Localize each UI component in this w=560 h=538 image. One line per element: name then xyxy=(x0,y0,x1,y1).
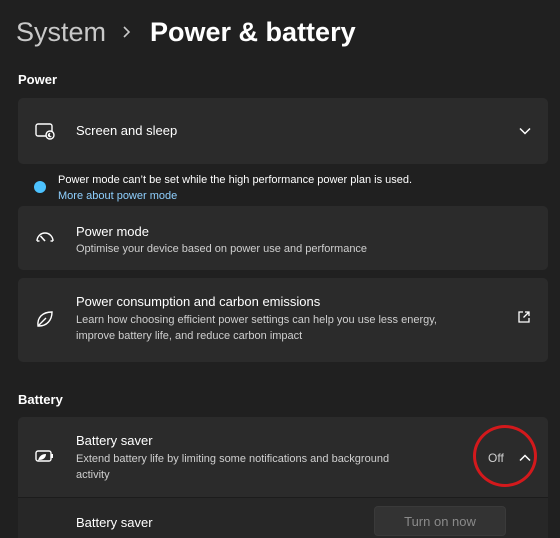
chevron-down-icon[interactable] xyxy=(518,124,532,138)
power-consumption-card[interactable]: Power consumption and carbon emissions L… xyxy=(18,278,548,362)
chevron-right-icon xyxy=(122,25,136,39)
open-external-icon[interactable] xyxy=(517,310,531,324)
power-mode-description: Optimise your device based on power use … xyxy=(76,243,368,255)
battery-saver-description-2: activity xyxy=(76,469,110,481)
battery-saver-title: Battery saver xyxy=(76,433,153,448)
battery-saver-description-1: Extend battery life by limiting some not… xyxy=(76,453,390,465)
screen-and-sleep-card[interactable]: Screen and sleep xyxy=(18,98,548,164)
gauge-icon xyxy=(34,227,56,249)
battery-saver-icon xyxy=(34,445,56,467)
leaf-icon xyxy=(34,308,56,330)
highlight-circle-annotation xyxy=(473,425,537,487)
power-consumption-description-2: improve battery life, and reduce carbon … xyxy=(76,330,303,342)
power-consumption-title: Power consumption and carbon emissions xyxy=(76,294,321,309)
power-mode-title: Power mode xyxy=(76,224,149,239)
battery-saver-card[interactable]: Battery saver Extend battery life by lim… xyxy=(18,417,548,497)
power-consumption-description-1: Learn how choosing efficient power setti… xyxy=(76,314,437,326)
screen-sleep-icon xyxy=(34,120,56,142)
breadcrumb: System Power & battery xyxy=(16,14,356,50)
power-mode-card[interactable]: Power mode Optimise your device based on… xyxy=(18,206,548,270)
breadcrumb-system[interactable]: System xyxy=(16,17,106,48)
turn-on-now-button[interactable]: Turn on now xyxy=(374,506,506,536)
info-icon xyxy=(34,181,46,193)
notice-text: Power mode can’t be set while the high p… xyxy=(58,174,413,186)
section-title-battery: Battery xyxy=(18,392,63,407)
section-title-power: Power xyxy=(18,72,58,87)
screen-and-sleep-title: Screen and sleep xyxy=(76,123,178,138)
page-title: Power & battery xyxy=(150,16,356,47)
more-about-power-mode-link[interactable]: More about power mode xyxy=(58,190,177,202)
battery-saver-setting-row: Battery saver Turn on now xyxy=(18,497,548,538)
